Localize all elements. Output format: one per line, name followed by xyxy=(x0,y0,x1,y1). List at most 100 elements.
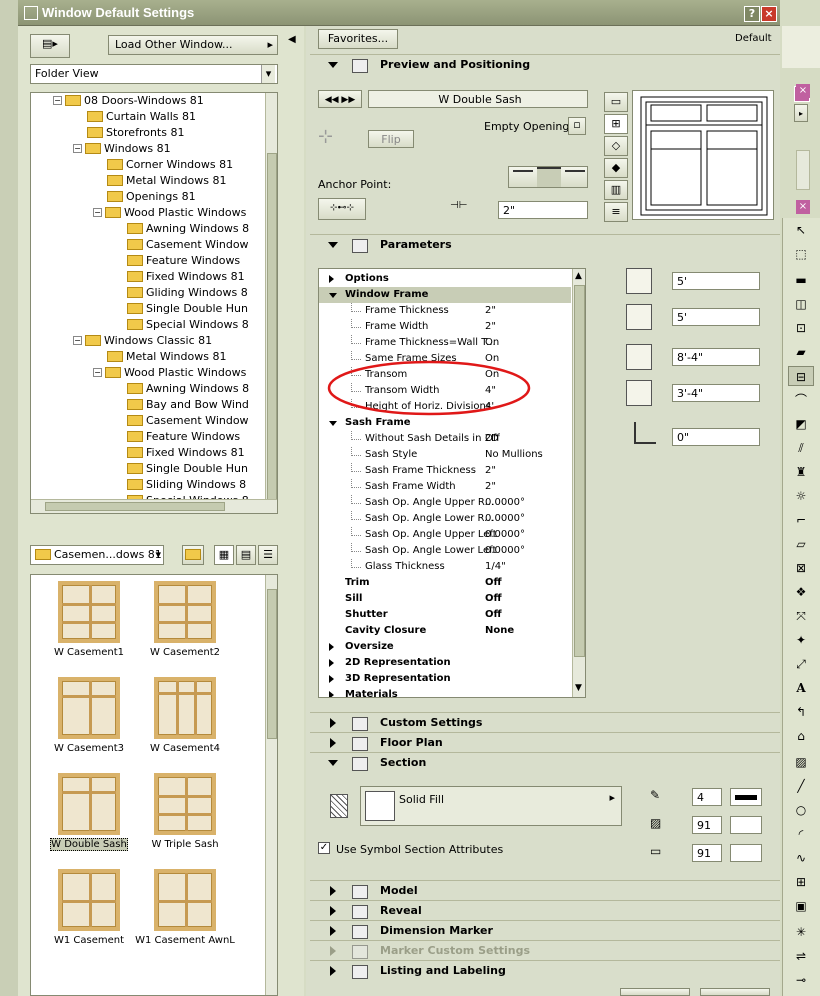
param-value[interactable]: 0.0000° xyxy=(485,511,525,527)
empty-opening-checkbox[interactable]: ▫ xyxy=(568,117,586,135)
gallery-item[interactable]: W1 Casement xyxy=(39,869,139,947)
roof-tool-icon[interactable]: ⌐ xyxy=(788,510,814,530)
tree-item[interactable]: Storefronts 81 xyxy=(87,125,184,141)
param-row[interactable]: Materials xyxy=(319,687,571,697)
tree-item[interactable]: Single Double Hun xyxy=(127,461,248,477)
gallery-item[interactable]: W Casement2 xyxy=(135,581,235,659)
folder-tree[interactable]: − 08 Doors-Windows 81 Curtain Walls 81 Stor… xyxy=(30,92,278,514)
palette-arrow-button[interactable]: ▸ xyxy=(794,104,808,122)
gallery-scroll-thumb[interactable] xyxy=(267,589,277,739)
tree-scroll-thumb[interactable] xyxy=(267,153,277,513)
preview-elevation-button[interactable]: ⊞ xyxy=(604,114,628,134)
param-value[interactable]: 2" xyxy=(485,319,496,335)
tree-item[interactable]: − Windows 81 xyxy=(73,141,171,157)
reveal-depth-field[interactable]: 0" xyxy=(672,428,760,446)
ok-button-edge[interactable] xyxy=(700,988,770,996)
arrow-tool-icon[interactable]: ↖ xyxy=(788,220,814,240)
zone-stamp-tool-icon[interactable]: ⌂ xyxy=(788,726,814,746)
load-other-window-button[interactable]: Load Other Window... ▸ xyxy=(108,35,278,55)
radial-dimension-tool-icon[interactable]: ⤢ xyxy=(788,654,814,674)
line-tool-icon[interactable]: ╱ xyxy=(788,776,814,796)
section-parameters-header[interactable]: Parameters xyxy=(310,234,780,254)
param-value[interactable]: 0.0000° xyxy=(485,543,525,559)
cancel-button-edge[interactable] xyxy=(620,988,690,996)
gallery-item[interactable]: W1 Casement AwnL xyxy=(135,869,235,947)
param-row[interactable]: Without Sash Details in 2D Off xyxy=(319,431,571,447)
param-value[interactable]: Off xyxy=(485,575,502,591)
up-folder-button[interactable] xyxy=(182,545,204,565)
pen-field-1[interactable]: 4 xyxy=(692,788,722,806)
preview-3d-button[interactable]: ◆ xyxy=(604,158,628,178)
gallery-item[interactable]: W Double Sash xyxy=(39,773,139,851)
param-value[interactable]: Off xyxy=(485,591,502,607)
arc-tool-icon[interactable]: ◜ xyxy=(788,824,814,844)
elevation-tool-icon[interactable]: ⊸ xyxy=(788,970,814,990)
section-dimension-marker-header[interactable]: Dimension Marker xyxy=(310,920,780,940)
palette-close-top-icon[interactable]: × xyxy=(796,84,810,98)
tree-item[interactable]: Sliding Windows 8 xyxy=(127,477,246,493)
flip-button[interactable]: Flip xyxy=(368,130,414,148)
tree-item[interactable]: Awning Windows 8 xyxy=(127,381,249,397)
expand-triangle-icon[interactable] xyxy=(329,643,334,651)
pen-field-2[interactable]: 91 xyxy=(692,816,722,834)
fill-type-button[interactable]: Solid Fill ▸ xyxy=(360,786,622,826)
mesh-tool-icon[interactable]: ⊠ xyxy=(788,558,814,578)
sill-height-field[interactable]: 3'-4" xyxy=(672,384,760,402)
tree-item[interactable]: Feature Windows xyxy=(127,429,240,445)
scroll-down-icon[interactable]: ▼ xyxy=(575,683,582,693)
section-floor-plan-header[interactable]: Floor Plan xyxy=(310,732,780,752)
window-tool-icon[interactable]: ⊟ xyxy=(788,366,814,386)
preview-list-button[interactable]: ≡ xyxy=(604,202,628,222)
hotspot-tool-icon[interactable]: ⊞ xyxy=(788,872,814,892)
close-button[interactable]: × xyxy=(761,6,777,22)
stair-tool-icon[interactable]: ⫽ xyxy=(788,438,814,458)
height-field[interactable]: 5' xyxy=(672,308,760,326)
collapse-triangle-icon[interactable] xyxy=(329,421,337,426)
param-value[interactable]: 0.0000° xyxy=(485,527,525,543)
param-row[interactable]: 3D Representation xyxy=(319,671,571,687)
param-row[interactable]: Cavity Closure None xyxy=(319,623,571,639)
param-row[interactable]: 2D Representation xyxy=(319,655,571,671)
tree-item[interactable]: Special Windows 8 xyxy=(127,317,249,333)
head-height-field[interactable]: 8'-4" xyxy=(672,348,760,366)
section-model-header[interactable]: Model xyxy=(310,880,780,900)
gallery-scrollbar[interactable] xyxy=(265,575,277,995)
param-row[interactable]: Sash Op. Angle Upper R... 0.0000° xyxy=(319,495,571,511)
tree-item[interactable]: Corner Windows 81 xyxy=(107,157,233,173)
param-row[interactable]: Sash Frame Width 2" xyxy=(319,479,571,495)
collapse-triangle-icon[interactable] xyxy=(329,293,337,298)
use-symbol-checkbox[interactable]: ✓ xyxy=(318,842,330,854)
dimension-tool-icon[interactable]: ⤧ xyxy=(788,606,814,626)
fill-pen-color-button[interactable] xyxy=(730,816,762,834)
expand-triangle-icon[interactable] xyxy=(329,659,334,667)
label-tool-icon[interactable]: ↰ xyxy=(788,702,814,722)
large-icons-button[interactable]: ▦ xyxy=(214,545,234,565)
slab-tool-icon[interactable]: ▰ xyxy=(788,342,814,362)
spline-tool-icon[interactable]: ∿ xyxy=(788,848,814,868)
tree-collapse-icon[interactable]: − xyxy=(93,367,102,377)
param-value[interactable]: 2" xyxy=(485,463,496,479)
param-value[interactable]: Off xyxy=(485,607,502,623)
marquee-tool-icon[interactable]: ⬚ xyxy=(788,244,814,264)
param-value[interactable]: 2" xyxy=(485,479,496,495)
tree-item[interactable]: Feature Windows xyxy=(127,253,240,269)
section-listing-header[interactable]: Listing and Labeling xyxy=(310,960,780,980)
section-preview-header[interactable]: Preview and Positioning xyxy=(310,54,780,74)
wall-tool-icon[interactable]: ▬ xyxy=(788,270,814,290)
tree-collapse-icon[interactable]: − xyxy=(73,335,82,345)
tree-item[interactable]: Curtain Walls 81 xyxy=(87,109,196,125)
beam-tool-icon[interactable]: ⊡ xyxy=(788,318,814,338)
tree-hscroll-thumb[interactable] xyxy=(45,502,225,511)
param-row[interactable]: Glass Thickness 1/4" xyxy=(319,559,571,575)
params-scroll-thumb[interactable] xyxy=(574,285,585,657)
preview-section-button[interactable]: ▥ xyxy=(604,180,628,200)
tree-item[interactable]: Casement Window xyxy=(127,237,249,253)
title-bar[interactable]: Window Default Settings ? × xyxy=(18,0,780,26)
gallery-item[interactable]: W Casement3 xyxy=(39,677,139,755)
anchor-toggle-group[interactable] xyxy=(508,166,588,188)
library-view-button[interactable]: ▤▸ xyxy=(30,34,70,58)
param-row[interactable]: Oversize xyxy=(319,639,571,655)
palette-scrollbar[interactable] xyxy=(796,150,810,190)
fill-tool-icon[interactable]: ▨ xyxy=(788,752,814,772)
preview-axon-button[interactable]: ◇ xyxy=(604,136,628,156)
